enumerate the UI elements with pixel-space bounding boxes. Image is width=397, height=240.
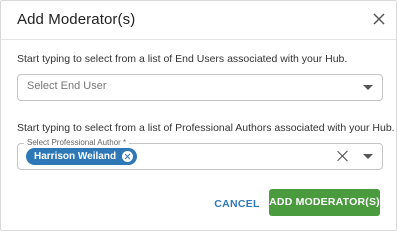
- author-field-label: Select Professional Author *: [24, 138, 130, 148]
- remove-chip-icon[interactable]: [122, 151, 134, 162]
- author-hint: Start typing to select from a list of Pr…: [17, 122, 395, 134]
- clear-icon[interactable]: [336, 150, 348, 162]
- end-user-select[interactable]: Select End User: [17, 74, 383, 101]
- cancel-button[interactable]: CANCEL: [212, 195, 262, 213]
- end-user-hint: Start typing to select from a list of En…: [17, 53, 348, 65]
- add-moderators-button[interactable]: ADD MODERATOR(S): [269, 189, 380, 216]
- header-divider: [1, 39, 396, 40]
- close-icon[interactable]: [371, 11, 387, 27]
- chevron-down-icon[interactable]: [363, 154, 373, 159]
- add-moderators-dialog: Add Moderator(s) Start typing to select …: [0, 0, 397, 231]
- selected-author-chip: Harrison Weiland: [26, 148, 138, 165]
- selected-author-name: Harrison Weiland: [34, 151, 117, 162]
- dialog-title: Add Moderator(s): [17, 11, 136, 28]
- chevron-down-icon[interactable]: [363, 85, 373, 90]
- end-user-placeholder: Select End User: [27, 80, 107, 92]
- author-select[interactable]: Select Professional Author * Harrison We…: [17, 138, 383, 170]
